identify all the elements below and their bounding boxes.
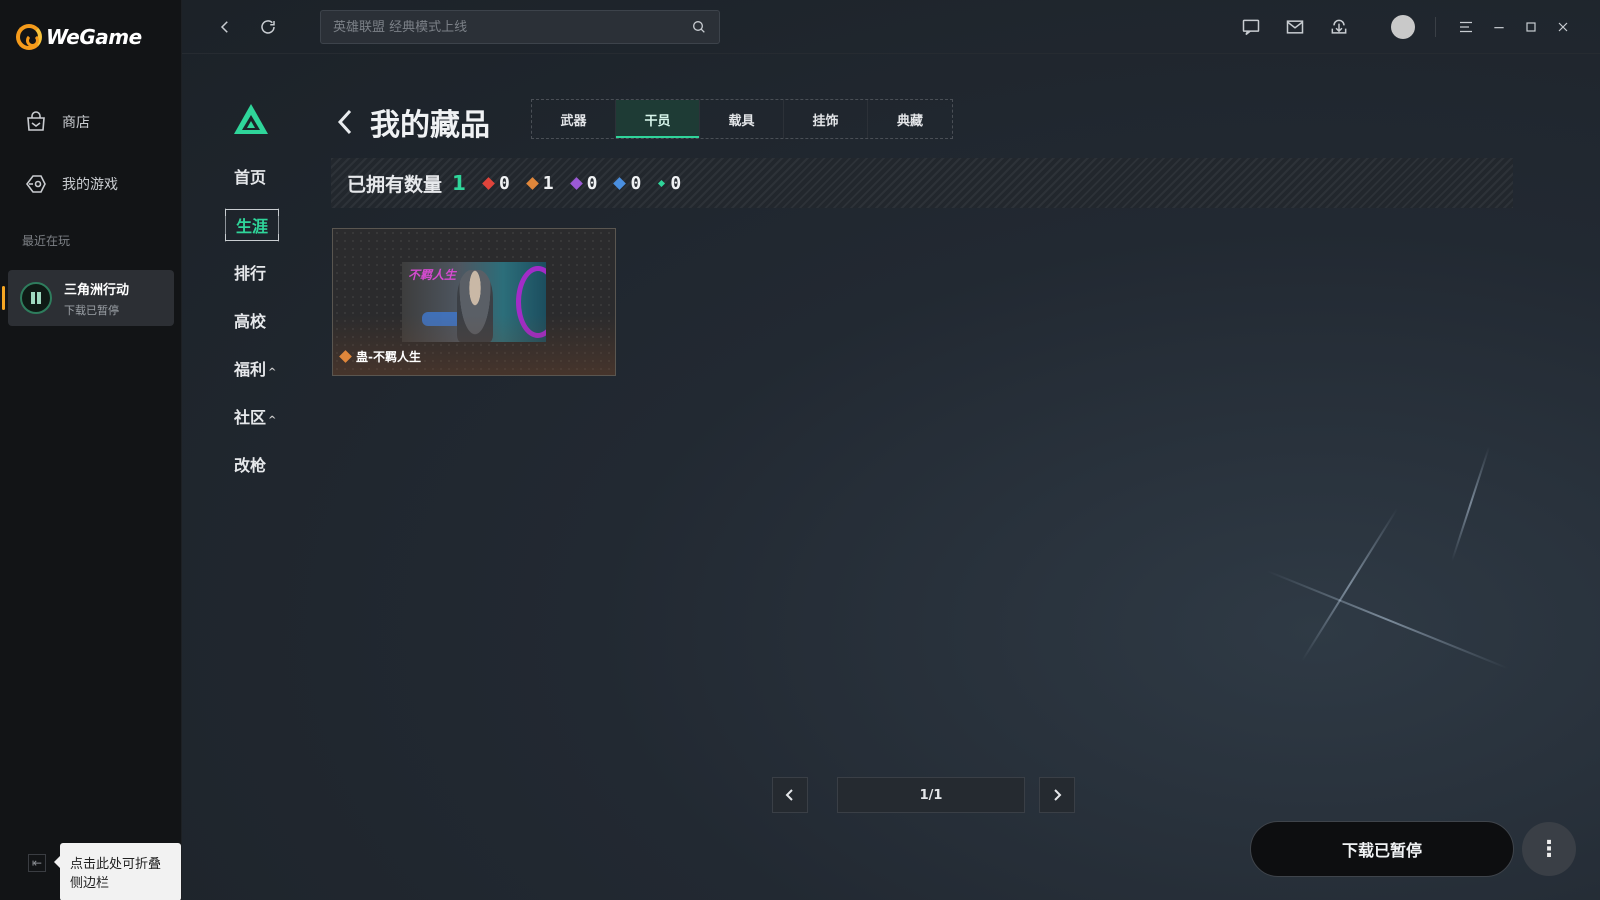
game-nav-ranking[interactable]: 排行 (234, 260, 266, 284)
rarity-green-icon (658, 179, 666, 187)
my-games-icon (26, 175, 46, 193)
page-title: 我的藏品 (370, 108, 490, 143)
maximize-icon[interactable] (1520, 16, 1542, 38)
game-avatar (20, 282, 52, 314)
rarity-count: 0 (586, 172, 598, 194)
lightning-decoration (1451, 446, 1491, 562)
rarity-orange-icon (339, 350, 352, 363)
menu-icon[interactable] (1455, 16, 1477, 38)
game-nav-label: 改枪 (234, 456, 267, 475)
rarity-blue-icon (613, 176, 627, 190)
sidebar-item-label: 商店 (62, 115, 90, 131)
item-thumbnail: 不羁人生 (402, 262, 546, 342)
game-nav-label: 排行 (234, 264, 267, 283)
chevron-left-icon (785, 789, 793, 801)
recent-game-name: 三角洲行动 (64, 282, 130, 298)
game-nav-college[interactable]: 高校 (234, 308, 266, 332)
rarity-count: 0 (630, 172, 642, 194)
top-bar (182, 0, 1600, 54)
lightning-decoration (1301, 507, 1399, 662)
rarity-stat: 0 (482, 172, 510, 194)
page-header: 我的藏品 (334, 100, 490, 144)
tab-weapons[interactable]: 武器 (532, 100, 616, 138)
game-nav-label: 高校 (234, 312, 267, 331)
game-nav-label: 福利 (234, 360, 267, 379)
game-nav-label: 首页 (234, 168, 267, 187)
back-icon[interactable] (214, 16, 236, 38)
item-name-row: 蛊-不羁人生 (339, 348, 421, 365)
rarity-orange-icon (525, 176, 539, 190)
wegame-logo[interactable]: WeGame (16, 24, 142, 50)
app-name: WeGame (46, 25, 142, 49)
game-nav-career[interactable]: 生涯 (225, 208, 280, 242)
search-icon[interactable] (691, 19, 707, 35)
collapse-tooltip: 点击此处可折叠侧边栏 (54, 843, 181, 900)
delta-force-logo-icon[interactable] (232, 102, 270, 136)
prev-page-button[interactable] (772, 777, 808, 813)
collection-tabs: 武器 干员 载具 挂饰 典藏 (531, 99, 953, 139)
thumbnail-art (422, 312, 462, 326)
collection-item-card[interactable]: 不羁人生 蛊-不羁人生 (332, 228, 616, 376)
recent-played-title: 最近在玩 (22, 234, 71, 248)
sidebar-item-my-games[interactable]: 我的游戏 (24, 172, 118, 196)
main-area: 首页 生涯 排行 高校 福利^ 社区^ 改枪 我的藏品 武器 干员 载具 挂饰 … (182, 0, 1600, 900)
chevron-up-icon: ^ (268, 415, 277, 426)
owned-count-value: 1 (452, 171, 466, 195)
game-nav-home[interactable]: 首页 (234, 164, 266, 188)
close-icon[interactable] (1552, 16, 1574, 38)
item-name: 蛊-不羁人生 (356, 350, 421, 364)
mail-icon[interactable] (1284, 16, 1306, 38)
owned-stats-bar: 已拥有数量 1 0 1 0 0 0 (331, 158, 1513, 208)
recent-game-card[interactable]: 三角洲行动 下载已暂停 (2, 270, 174, 326)
rarity-stat: 0 (569, 172, 598, 194)
minimize-icon[interactable] (1488, 16, 1510, 38)
refresh-icon[interactable] (257, 16, 279, 38)
rarity-count: 1 (542, 172, 554, 194)
tab-charms[interactable]: 挂饰 (784, 100, 868, 138)
collapse-sidebar-icon[interactable]: ⇤ (28, 854, 46, 872)
game-nav-gunsmith[interactable]: 改枪 (234, 452, 266, 476)
download-icon[interactable] (1328, 16, 1350, 38)
game-nav-welfare[interactable]: 福利 ^ (234, 356, 276, 380)
thumbnail-art (457, 270, 493, 342)
store-bag-icon (27, 111, 45, 131)
game-nav-label: 社区 (234, 408, 267, 427)
wegame-logo-icon (16, 24, 42, 50)
next-page-button[interactable] (1039, 777, 1075, 813)
user-avatar[interactable] (1391, 15, 1415, 39)
rarity-stat: 0 (613, 172, 642, 194)
tab-operators[interactable]: 干员 (616, 100, 700, 138)
left-sidebar: WeGame 商店 我的游戏 最近在玩 三角洲行动 下载已暂停 ⇤ 点击此处可折… (0, 0, 182, 900)
page-indicator: 1/1 (837, 777, 1025, 813)
thumbnail-art (516, 266, 546, 338)
sidebar-item-label: 我的游戏 (62, 177, 118, 193)
topbar-divider (1435, 17, 1436, 37)
tab-collection[interactable]: 典藏 (868, 100, 952, 138)
rarity-purple-icon (569, 176, 583, 190)
tab-vehicles[interactable]: 载具 (700, 100, 784, 138)
back-arrow-icon[interactable] (334, 107, 356, 137)
search-bar[interactable] (320, 10, 720, 44)
search-input[interactable] (333, 19, 691, 35)
download-paused-button[interactable]: 下载已暂停 (1250, 821, 1514, 877)
game-nav-community[interactable]: 社区 ^ (234, 404, 276, 428)
game-nav-label: 生涯 (236, 217, 269, 236)
rarity-red-icon (482, 176, 495, 190)
rarity-stat: 1 (525, 172, 554, 194)
lightning-decoration (1266, 570, 1509, 670)
rarity-count: 0 (498, 172, 510, 194)
thumbnail-graffiti-text: 不羁人生 (408, 268, 457, 282)
owned-count-label: 已拥有数量 (347, 173, 443, 196)
chat-icon[interactable] (1240, 16, 1262, 38)
rarity-stat: 0 (658, 172, 682, 194)
recent-game-status: 下载已暂停 (64, 303, 119, 317)
more-options-icon[interactable]: ⋮ (1522, 822, 1576, 876)
chevron-up-icon: ^ (268, 367, 277, 378)
rarity-count: 0 (670, 172, 682, 194)
chevron-right-icon (1054, 789, 1062, 801)
sidebar-item-store[interactable]: 商店 (24, 110, 90, 134)
